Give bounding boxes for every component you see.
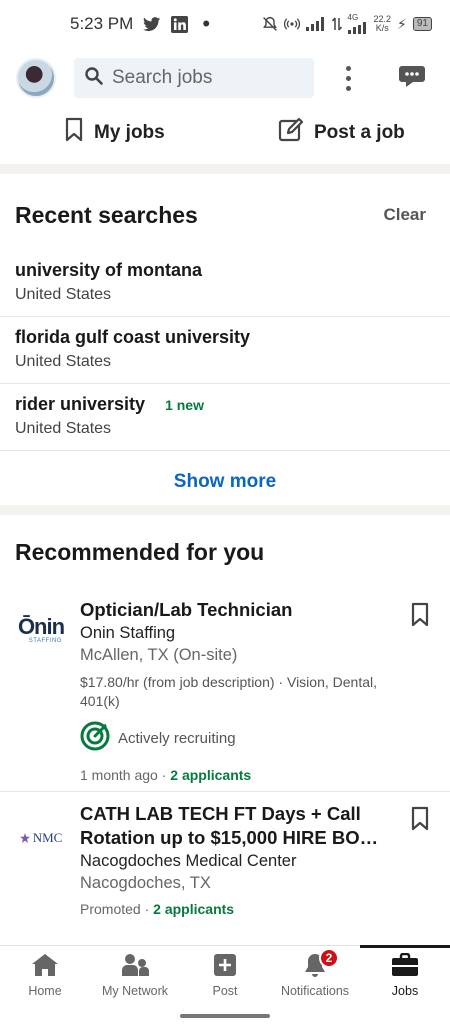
hotspot-icon — [283, 16, 300, 32]
signal-2-icon — [347, 22, 366, 34]
clear-button[interactable]: Clear — [383, 205, 426, 225]
recommended-title: Recommended for you — [15, 538, 265, 565]
recent-search-query: university of montana — [15, 260, 203, 280]
logo-subtext: STAFFING — [28, 638, 62, 644]
network-type: 4G — [347, 13, 359, 22]
data-transfer-icon — [331, 17, 342, 31]
more-options-icon[interactable] — [336, 62, 360, 94]
my-jobs-button[interactable]: My jobs — [64, 117, 165, 149]
company-logo: NMC — [16, 818, 66, 858]
twitter-icon — [143, 16, 161, 32]
nav-notifications[interactable]: 2 Notifications — [270, 946, 360, 1005]
job-location: McAllen, TX (On-site) — [80, 646, 238, 664]
linkedin-icon — [171, 15, 189, 33]
promoted-label: Promoted — [80, 901, 141, 917]
company-name: Nacogdoches Medical Center — [80, 852, 297, 870]
messaging-icon[interactable] — [398, 63, 426, 94]
applicant-count: 2 applicants — [170, 767, 252, 783]
job-title[interactable]: CATH LAB TECH FT Days + Call Rotation up… — [80, 802, 400, 850]
nav-jobs[interactable]: Jobs — [360, 945, 450, 1005]
bookmark-icon — [64, 117, 84, 149]
applicant-count: 2 applicants — [153, 901, 235, 917]
recent-search-item[interactable]: university of montana United States — [0, 250, 450, 317]
search-input[interactable] — [112, 67, 302, 89]
nav-label: Post — [212, 984, 238, 998]
target-icon — [80, 721, 110, 755]
charging-icon: ⚡ — [397, 15, 407, 32]
battery-level: 91 — [412, 17, 432, 31]
net-speed-unit: K/s — [375, 23, 389, 33]
search-icon — [84, 66, 104, 91]
section-divider — [0, 164, 450, 174]
meta-separator: · — [140, 901, 154, 917]
nav-label: Jobs — [391, 984, 419, 998]
actively-recruiting: Actively recruiting — [80, 721, 400, 755]
job-actions-row: My jobs Post a job — [0, 108, 450, 158]
recent-searches-section: Recent searches Clear university of mont… — [0, 180, 450, 513]
company-name: Onin Staffing — [80, 624, 176, 642]
top-bar — [0, 52, 450, 104]
nav-label: My Network — [102, 984, 168, 998]
home-icon — [31, 953, 59, 980]
meta-separator: · — [157, 767, 171, 783]
search-box[interactable] — [74, 58, 314, 98]
edit-icon — [278, 117, 304, 149]
job-details: $17.80/hr (from job description) · Visio… — [80, 674, 377, 709]
post-job-label: Post a job — [314, 122, 405, 143]
nav-home[interactable]: Home — [0, 946, 90, 1005]
briefcase-icon — [391, 952, 419, 980]
section-divider — [0, 505, 450, 515]
recruiting-label: Actively recruiting — [118, 729, 236, 747]
recent-search-location: United States — [15, 420, 112, 437]
nav-label: Notifications — [280, 984, 350, 998]
recommended-section: Recommended for you Ōnin STAFFING Optici… — [0, 516, 450, 925]
recent-search-item[interactable]: rider university 1 new United States — [0, 384, 450, 451]
status-bar: 5:23 PM • 4G 22.2 K/s ⚡ 91 — [0, 0, 450, 48]
recent-searches-header: Recent searches Clear — [0, 180, 450, 250]
job-meta: 1 month ago · 2 applicants — [80, 767, 400, 783]
post-job-button[interactable]: Post a job — [278, 117, 405, 149]
post-plus-icon — [213, 953, 237, 980]
notification-count-badge: 2 — [319, 948, 339, 968]
bottom-navigation: Home My Network Post 2 Notifications Job… — [0, 945, 450, 1005]
signal-icon — [305, 17, 326, 31]
recent-search-location: United States — [15, 286, 112, 303]
avatar[interactable] — [16, 58, 56, 98]
status-time: 5:23 PM — [70, 14, 134, 33]
dot-icon: • — [202, 11, 211, 36]
job-location: Nacogdoches, TX — [80, 874, 211, 892]
show-more-button[interactable]: Show more — [0, 451, 450, 513]
recent-searches-title: Recent searches — [15, 201, 198, 228]
net-speed: 22.2 K/s — [374, 15, 392, 33]
company-logo: Ōnin STAFFING — [16, 610, 66, 650]
nav-label: Home — [28, 984, 62, 998]
new-results-badge: 1 new — [165, 396, 204, 413]
nmc-star-icon — [19, 833, 30, 843]
gesture-bar — [180, 1014, 270, 1018]
my-jobs-label: My jobs — [94, 122, 165, 143]
job-card[interactable]: NMC CATH LAB TECH FT Days + Call Rotatio… — [0, 792, 450, 925]
nav-my-network[interactable]: My Network — [90, 946, 180, 1005]
network-icon — [121, 953, 149, 980]
recent-search-query: rider university — [15, 394, 146, 414]
recent-search-item[interactable]: florida gulf coast university United Sta… — [0, 317, 450, 384]
recent-search-location: United States — [15, 353, 112, 370]
logo-text: Ōnin — [17, 614, 65, 639]
save-job-bookmark-icon[interactable] — [410, 806, 430, 837]
job-card[interactable]: Ōnin STAFFING Optician/Lab Technician On… — [0, 588, 450, 792]
save-job-bookmark-icon[interactable] — [410, 602, 430, 633]
mute-icon — [262, 16, 278, 32]
nav-post[interactable]: Post — [180, 946, 270, 1005]
posted-time: 1 month ago — [80, 767, 158, 783]
job-title[interactable]: Optician/Lab Technician — [80, 598, 400, 622]
logo-text: NMC — [32, 830, 63, 845]
recent-search-query: florida gulf coast university — [15, 327, 251, 347]
job-meta: Promoted · 2 applicants — [80, 901, 400, 917]
